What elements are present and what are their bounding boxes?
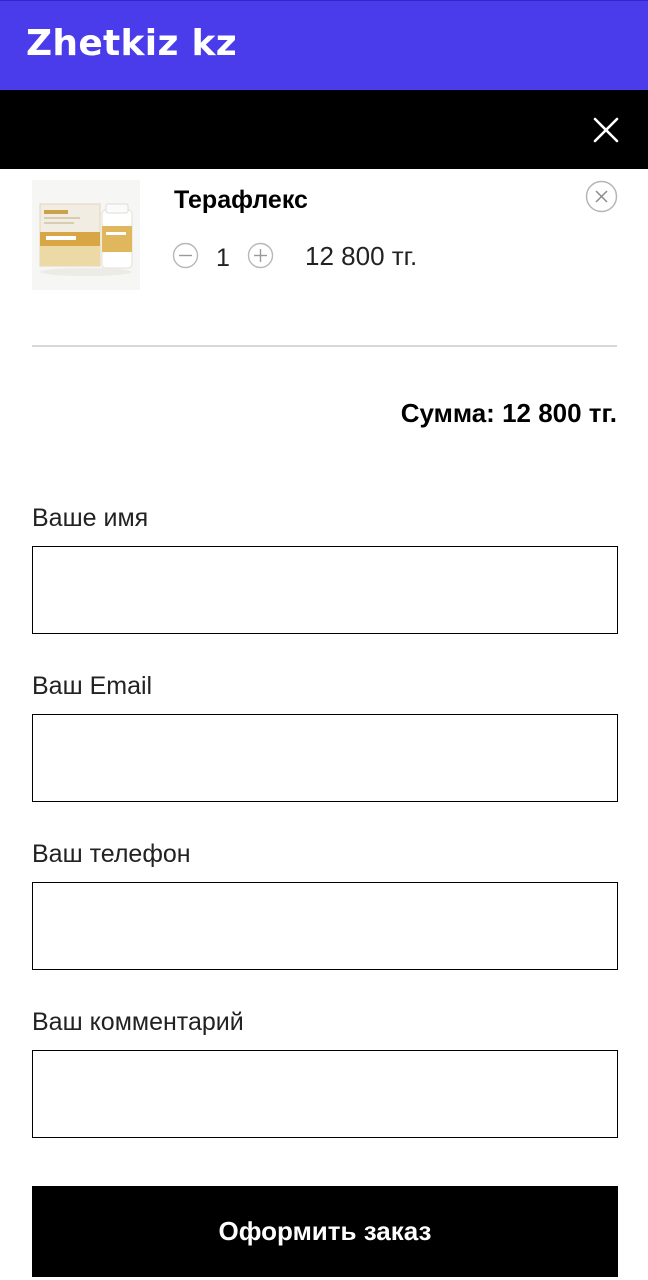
brand-logo[interactable]: Zhetkiz kz <box>26 23 237 64</box>
cart-divider <box>32 345 617 347</box>
comment-field[interactable] <box>32 1050 618 1138</box>
quantity-value: 1 <box>216 244 230 272</box>
phone-field[interactable] <box>32 882 618 970</box>
plus-circle-icon[interactable] <box>247 242 274 269</box>
cart-total: Сумма: 12 800 тг. <box>400 398 617 428</box>
top-header: Zhetkiz kz <box>0 0 648 90</box>
item-price: 12 800 тг. <box>305 241 418 271</box>
close-icon[interactable] <box>592 116 620 144</box>
product-name[interactable]: Терафлекс <box>174 186 308 215</box>
minus-circle-icon[interactable] <box>172 242 199 269</box>
cart-page: Zhetkiz kz Терафлекс 1 12 800 тг. Сумма:… <box>0 0 648 1280</box>
submit-order-button[interactable]: Оформить заказ <box>32 1186 618 1277</box>
name-field[interactable] <box>32 546 618 634</box>
name-label: Ваше имя <box>32 504 149 532</box>
email-label: Ваш Email <box>32 672 153 700</box>
remove-circle-icon[interactable] <box>585 180 618 213</box>
phone-label: Ваш телефон <box>32 840 191 868</box>
email-field[interactable] <box>32 714 618 802</box>
comment-label: Ваш комментарий <box>32 1008 244 1036</box>
product-image <box>32 180 140 290</box>
cart-header-bar <box>0 90 648 169</box>
